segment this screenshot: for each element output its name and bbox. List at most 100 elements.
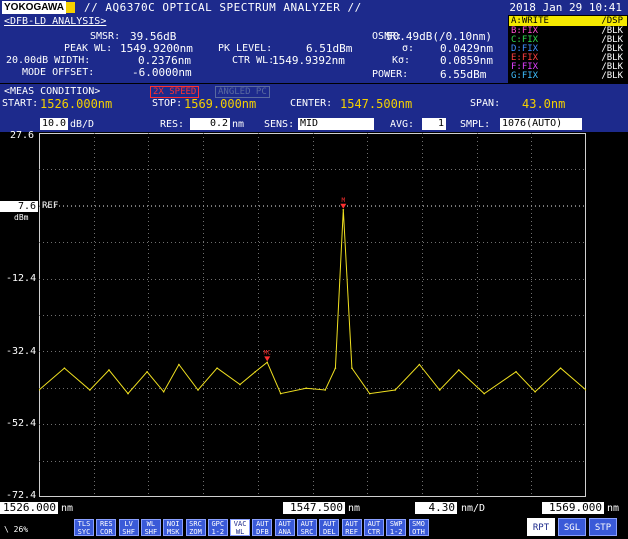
softkey-label-top: AUT xyxy=(278,520,292,528)
softkey-button[interactable]: AUT SRC xyxy=(297,519,317,536)
stop-label: STOP: xyxy=(152,98,183,109)
softkey-button[interactable]: SWP 1-2 xyxy=(386,519,407,536)
sigma-label: σ: xyxy=(402,43,415,54)
trace-list: A:WRITE/DSP B:FIX/BLK C:FIX/BLK D:FIX/BL… xyxy=(509,15,628,83)
softkey-button[interactable]: VAC WL xyxy=(230,519,251,536)
ctr-wl-label: CTR WL: xyxy=(232,55,275,66)
trace-point xyxy=(305,387,307,389)
softkey-label-bottom: SRC xyxy=(300,528,314,536)
trace-point xyxy=(324,389,327,391)
span-value[interactable]: 43.0nm xyxy=(522,97,565,111)
trace-point xyxy=(438,389,441,391)
softkey-label-bottom: WL xyxy=(235,528,245,536)
softkey-label-bottom: MSK xyxy=(166,528,180,536)
softkey-button[interactable]: AUT DEL xyxy=(319,519,340,536)
trace-point xyxy=(342,208,345,211)
softkey-label-top: VAC xyxy=(233,520,247,528)
softkey-button[interactable]: GPC 1-2 xyxy=(207,519,228,536)
trace-point xyxy=(239,383,241,386)
dfb-ld-analysis-panel: <DFB-LD ANALYSIS> SMSR: 39.56dB PEAK WL:… xyxy=(0,15,508,83)
softkey-label-bottom: 1-2 xyxy=(211,528,225,536)
trace-point xyxy=(515,370,517,373)
softkey-label-top: AUT xyxy=(345,520,358,528)
softkey-label-bottom: DFB xyxy=(256,528,269,536)
stop-button[interactable]: STP xyxy=(589,518,617,536)
x-stop-field[interactable]: 1569.000 xyxy=(542,502,604,514)
softkey-button[interactable]: NOI MSK xyxy=(163,519,184,536)
spectrum-chart: REF M MC xyxy=(39,133,586,497)
softkey-label-bottom: REF xyxy=(345,528,358,536)
span-label: SPAN: xyxy=(470,98,501,109)
trace-point xyxy=(162,391,165,393)
softkey-button[interactable]: WL SHF xyxy=(140,519,161,536)
power-label: POWER: xyxy=(372,69,409,80)
softkey-label-top: RES xyxy=(99,520,113,528)
trace-point xyxy=(418,363,421,366)
softkey-label-top: SMO xyxy=(412,520,425,528)
trace-item-a[interactable]: A:WRITE/DSP xyxy=(509,16,627,26)
main-marker-icon xyxy=(340,203,347,209)
trace-item-g[interactable]: G:FIX/BLK xyxy=(509,71,627,81)
res-field[interactable]: 0.2 xyxy=(190,118,230,130)
avg-label: AVG: xyxy=(390,119,415,130)
trace-point xyxy=(216,367,218,369)
trace-point xyxy=(534,391,536,393)
center-value[interactable]: 1547.500nm xyxy=(340,97,412,111)
softkey-label-top: AUT xyxy=(367,520,381,528)
repeat-button[interactable]: RPT xyxy=(527,518,555,536)
single-button[interactable]: SGL xyxy=(558,518,586,536)
softkey-label-top: AUT xyxy=(256,520,269,528)
softkey-button[interactable]: SRC ZOM xyxy=(185,519,206,536)
trace-point xyxy=(254,370,257,373)
softkey-label-bottom: SHF xyxy=(122,528,135,536)
softkey-button[interactable]: AUT REF xyxy=(341,519,362,536)
y-tick-label: -52.4 xyxy=(6,418,37,429)
stop-value[interactable]: 1569.000nm xyxy=(184,97,256,111)
parameter-bar: 10.0 dB/D RES: 0.2 nm SENS: MID AVG: 1 S… xyxy=(0,116,628,132)
ref-level-field[interactable]: 7.6 xyxy=(0,201,38,212)
secondary-marker-label: MC xyxy=(264,349,272,356)
x-center-unit: nm xyxy=(348,503,361,514)
softkey-label-top: GPC xyxy=(211,520,225,528)
trace-point xyxy=(394,389,396,391)
softkey-button[interactable]: LV SHF xyxy=(118,519,139,536)
sens-field[interactable]: MID xyxy=(298,118,374,130)
smpl-field[interactable]: 1076(AUTO) xyxy=(500,118,582,130)
avg-field[interactable]: 1 xyxy=(422,118,446,130)
x-center-field[interactable]: 1547.500 xyxy=(283,502,345,514)
smpl-label: SMPL: xyxy=(460,119,491,130)
x-start-field[interactable]: 1526.000 xyxy=(0,502,58,514)
x-stop-unit: nm xyxy=(607,503,620,514)
width-label: 20.00dB WIDTH: xyxy=(6,55,91,66)
softkey-label-top: SRC xyxy=(189,520,202,528)
softkey-button[interactable]: AUT ANA xyxy=(274,519,295,536)
spectrum-plot[interactable]: REF M MC xyxy=(39,133,586,497)
start-value[interactable]: 1526.000nm xyxy=(40,97,112,111)
softkey-label-bottom: SHF xyxy=(144,528,158,536)
softkey-button[interactable]: AUT DFB xyxy=(252,519,273,536)
softkey-label-top: NOI xyxy=(166,520,180,528)
trace-point xyxy=(351,367,353,369)
k-sigma-label: Kσ: xyxy=(392,55,411,66)
softkey-label-bottom: DEL xyxy=(322,528,336,536)
sens-label: SENS: xyxy=(264,119,295,130)
x-per-div-field[interactable]: 4.30 xyxy=(415,502,457,514)
softkey-label-top: WL xyxy=(146,520,156,528)
softkey-button[interactable]: RES COR xyxy=(96,519,117,536)
softkey-label-top: TLS xyxy=(77,520,91,528)
trace-point xyxy=(559,367,562,369)
analysis-heading: <DFB-LD ANALYSIS> xyxy=(4,16,107,27)
pk-level-label: PK LEVEL: xyxy=(218,43,273,54)
softkey-button[interactable]: AUT CTR xyxy=(363,519,384,536)
ref-scale-field[interactable]: 10.0 xyxy=(40,118,68,130)
trace-a-line xyxy=(39,209,586,395)
softkey-label-top: SWP xyxy=(389,520,403,528)
meas-condition-panel: <MEAS CONDITION> 2X SPEED ANGLED PC STAR… xyxy=(0,84,628,116)
trace-point xyxy=(178,363,180,366)
softkey-label-bottom: OTH xyxy=(412,528,425,536)
softkey-bar: \ 26% TLS SYC RES COR LV SHF WL SHF NOI MSK SRC ZOM… xyxy=(0,516,628,539)
softkey-button[interactable]: TLS SYC xyxy=(74,519,94,536)
softkey-button[interactable]: SMO OTH xyxy=(408,519,429,536)
start-label: START: xyxy=(2,98,39,109)
trace-point xyxy=(483,392,486,395)
